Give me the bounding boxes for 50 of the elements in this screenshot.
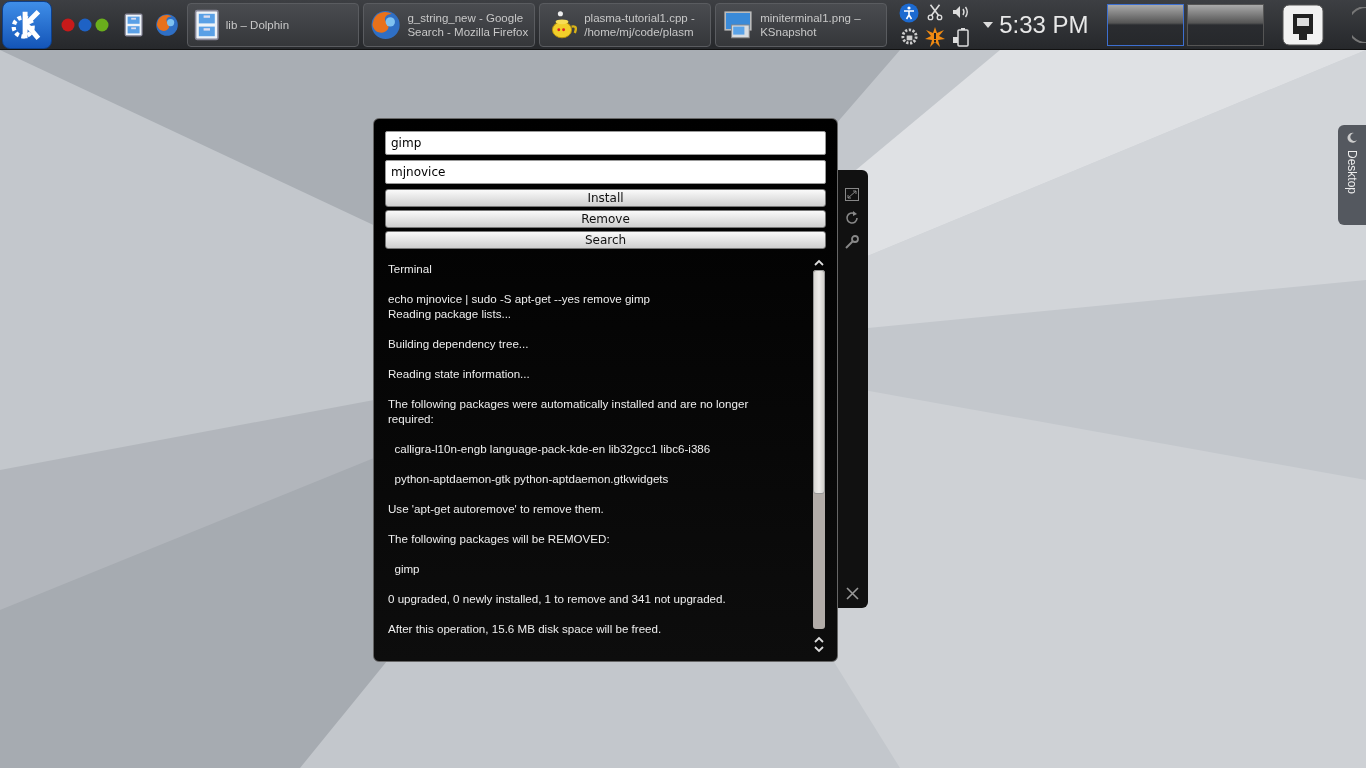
- globe-fox-icon: [155, 12, 180, 37]
- rotate-icon[interactable]: [845, 211, 859, 225]
- virtual-desktop[interactable]: [1106, 3, 1184, 46]
- battery-plug-icon[interactable]: [952, 26, 971, 47]
- file-cabinet-icon: [194, 8, 220, 41]
- terminal-line: Use 'apt-get autoremove' to remove them.: [388, 501, 605, 516]
- gear-lock-icon[interactable]: [899, 26, 919, 46]
- task-button[interactable]: lib – Dolphin: [187, 2, 360, 47]
- application-launcher-button[interactable]: [2, 0, 52, 49]
- desktop-toolbox-tab[interactable]: Desktop: [1338, 125, 1366, 225]
- terminal-line: After this operation, 15.6 MB disk space will be freed.: [388, 621, 663, 636]
- task-button[interactable]: g_string_new - Google Search - Mozilla Firefox: [363, 2, 536, 47]
- terminal-line: echo mjnovice | sudo -S apt-get --yes remove gimp: [388, 291, 652, 306]
- globe-fox-icon: [370, 8, 402, 41]
- warning-burst-icon[interactable]: [925, 26, 946, 47]
- terminal-line: Reading state information...: [388, 366, 531, 381]
- task-button[interactable]: plasma-tutorial1.cpp - /home/mj/code/plasm: [539, 2, 712, 47]
- terminal-line: 0 upgraded, 0 newly installed, 1 to remove and 341 not upgraded.: [388, 591, 727, 606]
- terminal-line: Reading package lists...: [388, 306, 513, 321]
- scrollbar-track[interactable]: [813, 270, 825, 629]
- scrollbar-thumb[interactable]: [813, 270, 825, 494]
- terminal-line: The following packages will be REMOVED:: [388, 531, 611, 546]
- action-button[interactable]: Search: [385, 231, 826, 249]
- accessibility-icon[interactable]: [899, 2, 920, 23]
- scroll-up-icon[interactable]: [814, 259, 824, 266]
- terminal-line: required:: [388, 411, 435, 426]
- virtual-desktop[interactable]: [1186, 3, 1264, 46]
- file-cabinet-icon: [124, 12, 144, 37]
- network-plug-icon[interactable]: [1281, 3, 1324, 46]
- monitor-icon: [722, 8, 755, 41]
- password-field[interactable]: mjnovice: [385, 160, 826, 184]
- task-button[interactable]: miniterminal1.png – KSnapshot: [715, 2, 888, 47]
- resize-icon[interactable]: [845, 188, 859, 201]
- action-button[interactable]: Remove: [385, 210, 826, 228]
- scissors-icon[interactable]: [926, 2, 945, 21]
- terminal-line: gimp: [393, 561, 421, 576]
- terminal-line: The following packages were automatically installed and are no longer: [388, 396, 750, 411]
- caret-icon[interactable]: [983, 21, 994, 28]
- desktop-label: Desktop: [1345, 150, 1359, 195]
- scroll-down-icon[interactable]: [814, 646, 824, 653]
- close-icon[interactable]: [845, 587, 859, 600]
- clock[interactable]: 5:33 PM: [999, 10, 1089, 39]
- terminal-line: Building dependency tree...: [388, 336, 530, 351]
- terminal-title: Terminal: [388, 261, 433, 276]
- action-button[interactable]: Install: [385, 189, 826, 207]
- terminal-line: python-aptdaemon-gtk python-aptdaemon.gtkwidgets: [393, 471, 670, 486]
- package-field[interactable]: gimp: [385, 131, 826, 155]
- moon-icon: [1346, 132, 1358, 144]
- scroll-up-icon[interactable]: [814, 636, 824, 643]
- terminal-line: calligra-l10n-engb language-pack-kde-en lib32gcc1 libc6-i386: [393, 441, 712, 456]
